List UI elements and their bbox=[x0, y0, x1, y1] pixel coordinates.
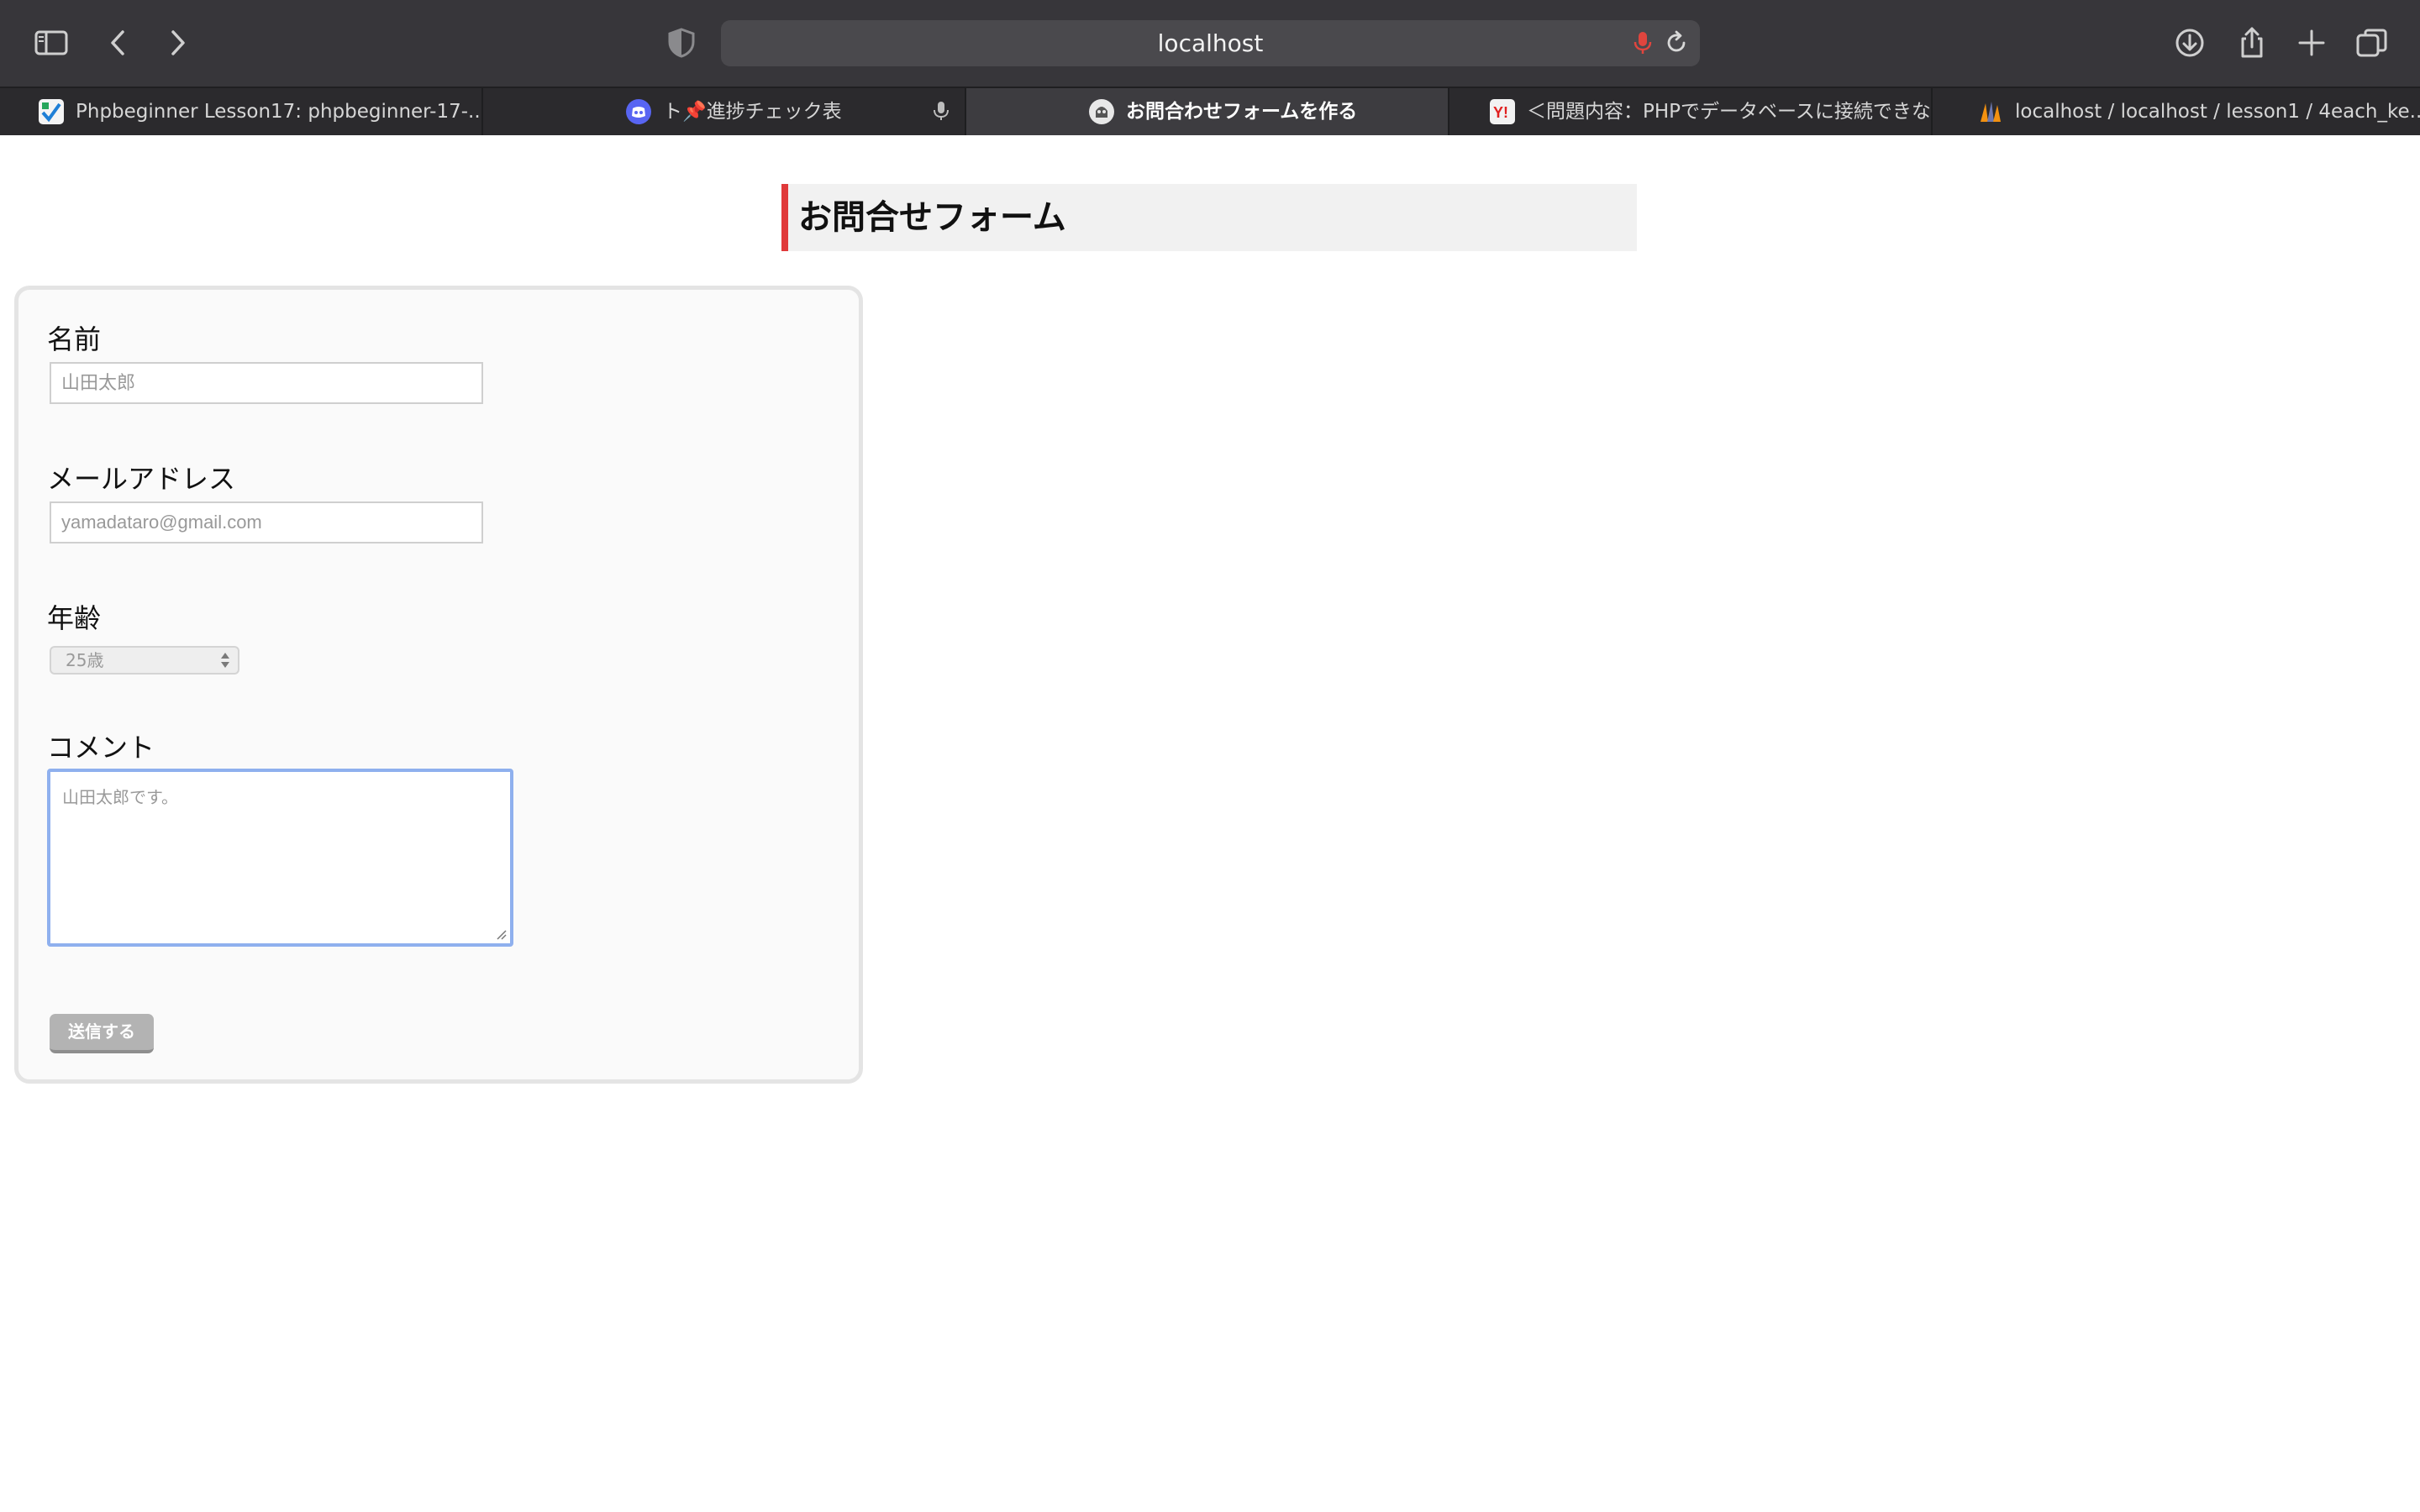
back-icon[interactable] bbox=[101, 25, 136, 60]
select-arrows-icon bbox=[219, 651, 231, 669]
submit-button[interactable]: 送信する bbox=[50, 1014, 154, 1053]
email-label: メールアドレス bbox=[47, 463, 236, 495]
yahoo-favicon-icon: Y! bbox=[1490, 99, 1515, 124]
share-icon[interactable] bbox=[2234, 25, 2270, 60]
email-input[interactable]: yamadataro@gmail.com bbox=[50, 501, 483, 543]
forward-icon[interactable] bbox=[160, 25, 195, 60]
tab-progress-check[interactable]: ト📌進捗チェック表 bbox=[483, 88, 966, 135]
new-tab-icon[interactable] bbox=[2294, 25, 2329, 60]
sidebar-icon[interactable] bbox=[34, 25, 69, 60]
age-label: 年齢 bbox=[47, 602, 102, 634]
comment-label: コメント bbox=[47, 732, 155, 764]
tab-title: localhost / localhost / lesson1 / 4each_… bbox=[2015, 101, 2420, 123]
phpmyadmin-favicon-icon bbox=[1978, 99, 2003, 124]
download-icon[interactable] bbox=[2172, 25, 2207, 60]
contact-form: 名前 山田太郎 メールアドレス yamadataro@gmail.com 年齢 … bbox=[14, 286, 863, 1084]
name-label: 名前 bbox=[47, 323, 102, 355]
site-favicon-icon bbox=[1089, 99, 1114, 124]
tab-audio-microphone-icon[interactable] bbox=[929, 99, 953, 123]
discord-favicon-icon bbox=[626, 99, 651, 124]
tab-bar: Phpbeginner Lesson17: phpbeginner-17-...… bbox=[0, 88, 2420, 135]
tab-title: ト📌進捗チェック表 bbox=[663, 101, 842, 123]
age-select[interactable]: 25歳 bbox=[50, 646, 239, 675]
tab-phpmyadmin[interactable]: localhost / localhost / lesson1 / 4each_… bbox=[1933, 88, 2420, 135]
tab-title: Phpbeginner Lesson17: phpbeginner-17-... bbox=[76, 101, 483, 123]
comment-placeholder: 山田太郎です。 bbox=[62, 787, 178, 807]
microphone-icon[interactable] bbox=[1628, 29, 1657, 57]
address-bar[interactable]: localhost bbox=[721, 20, 1700, 66]
resize-grip-icon[interactable] bbox=[495, 928, 507, 940]
tab-phpbeginner[interactable]: Phpbeginner Lesson17: phpbeginner-17-... bbox=[0, 88, 483, 135]
tab-title: ＜問題内容：PHPでデータベースに接続できな… bbox=[1527, 101, 1933, 123]
tab-overview-icon[interactable] bbox=[2354, 25, 2390, 60]
svg-text:Y!: Y! bbox=[1493, 104, 1508, 121]
tab-contact-form[interactable]: お問合わせフォームを作る bbox=[966, 88, 1449, 135]
privacy-shield-icon[interactable] bbox=[666, 27, 697, 59]
name-input[interactable]: 山田太郎 bbox=[50, 362, 483, 404]
tab-title: お問合わせフォームを作る bbox=[1126, 101, 1358, 123]
address-url[interactable]: localhost bbox=[721, 20, 1700, 66]
reload-icon[interactable] bbox=[1662, 29, 1691, 57]
comment-textarea[interactable]: 山田太郎です。 bbox=[47, 769, 513, 947]
phpbeginner-favicon-icon bbox=[39, 99, 64, 124]
browser-toolbar: localhost bbox=[0, 0, 2420, 88]
page-title: お問合せフォーム bbox=[781, 184, 1637, 251]
age-select-value: 25歳 bbox=[66, 650, 104, 670]
tab-yahoo-question[interactable]: Y! ＜問題内容：PHPでデータベースに接続できな… bbox=[1449, 88, 1933, 135]
